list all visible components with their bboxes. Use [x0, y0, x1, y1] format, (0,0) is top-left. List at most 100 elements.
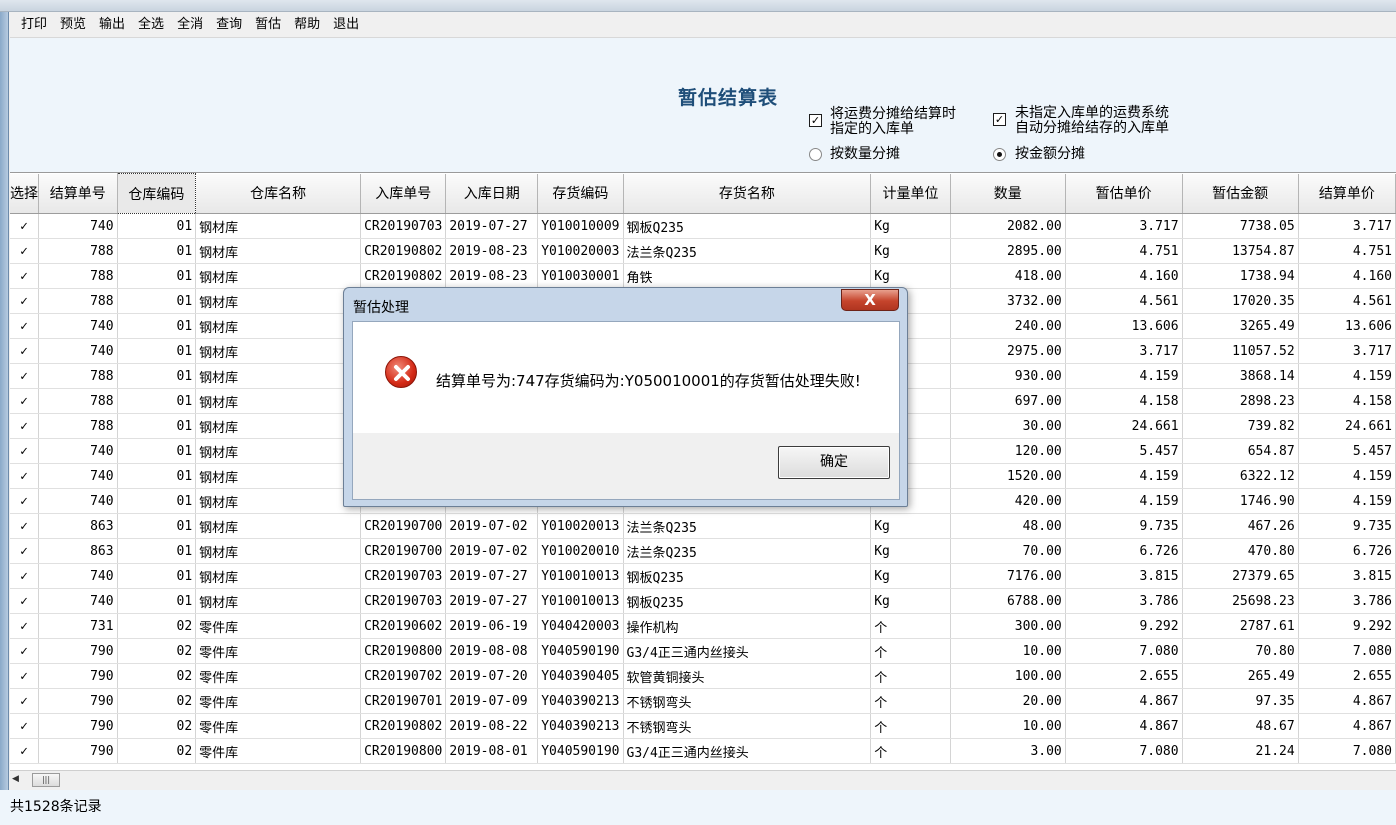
table-row[interactable]: ✓ 790 02 零件库 CR20190802 2019-08-22 Y040390213 不…: [10, 713, 1396, 739]
cell-est-amount: 70.80: [1182, 638, 1299, 664]
cell-settle-no: 740: [38, 588, 118, 614]
cell-select[interactable]: ✓: [10, 238, 39, 264]
cell-settle-no: 740: [38, 488, 118, 514]
horizontal-scrollbar[interactable]: ◀ |||: [10, 770, 1396, 788]
cell-wh-code: 01: [117, 338, 197, 364]
cell-wh-code: 01: [117, 463, 197, 489]
column-header-settle-price[interactable]: 结算单价: [1298, 173, 1396, 214]
alloc-to-specified-checkbox[interactable]: ✓: [809, 114, 822, 127]
select-all-button[interactable]: 全选: [133, 14, 169, 36]
cell-select[interactable]: ✓: [10, 313, 39, 339]
cell-settle-no: 740: [38, 563, 118, 589]
window-left-frame: [0, 12, 9, 825]
cell-est-price: 3.717: [1065, 338, 1183, 364]
cell-settle-price: 4.159: [1298, 488, 1396, 514]
cell-wh-name: 钢材库: [195, 338, 362, 364]
scroll-left-arrow-icon[interactable]: ◀: [12, 774, 24, 786]
column-header-est-amount[interactable]: 暂估金额: [1182, 173, 1299, 214]
cell-select[interactable]: ✓: [10, 663, 39, 689]
cell-select[interactable]: ✓: [10, 538, 39, 564]
help-button[interactable]: 帮助: [289, 14, 325, 36]
column-header-receipt-date[interactable]: 入库日期: [445, 173, 539, 214]
alloc-by-amount-label: 按金额分摊: [1015, 146, 1085, 162]
cell-select[interactable]: ✓: [10, 438, 39, 464]
cell-receipt-no: CR20190602: [360, 613, 447, 639]
column-header-wh-name[interactable]: 仓库名称: [195, 173, 362, 214]
cell-select[interactable]: ✓: [10, 388, 39, 414]
cell-wh-name: 钢材库: [195, 513, 362, 539]
cell-est-amount: 21.24: [1182, 738, 1299, 764]
estimate-button[interactable]: 暂估: [250, 14, 286, 36]
table-row[interactable]: ✓ 740 01 钢材库 CR20190703 2019-07-27 Y010010013 钢…: [10, 588, 1396, 614]
cell-wh-name: 钢材库: [195, 363, 362, 389]
table-row[interactable]: ✓ 790 02 零件库 CR20190701 2019-07-09 Y040390213 不…: [10, 688, 1396, 714]
cell-receipt-date: 2019-07-20: [445, 663, 539, 689]
cell-unit: 个: [870, 713, 951, 739]
cell-select[interactable]: ✓: [10, 363, 39, 389]
cell-select[interactable]: ✓: [10, 213, 39, 239]
ok-button[interactable]: 确定: [778, 446, 890, 479]
table-row[interactable]: ✓ 788 01 钢材库 CR20190802 2019-08-23 Y010030001 角…: [10, 263, 1396, 289]
column-header-wh-code[interactable]: 仓库编码: [116, 173, 197, 214]
table-row[interactable]: ✓ 740 01 钢材库 CR20190703 2019-07-27 Y010010009 钢…: [10, 213, 1396, 239]
alloc-by-quantity-radio[interactable]: [809, 148, 822, 161]
cell-select[interactable]: ✓: [10, 688, 39, 714]
cell-est-price: 4.158: [1065, 388, 1183, 414]
cell-receipt-no: CR20190701: [360, 688, 447, 714]
cell-select[interactable]: ✓: [10, 588, 39, 614]
exit-button[interactable]: 退出: [328, 14, 364, 36]
column-header-item-code[interactable]: 存货编码: [537, 173, 624, 214]
column-header-est-price[interactable]: 暂估单价: [1065, 173, 1183, 214]
cell-select[interactable]: ✓: [10, 638, 39, 664]
table-row[interactable]: ✓ 731 02 零件库 CR20190602 2019-06-19 Y040420003 操…: [10, 613, 1396, 639]
table-row[interactable]: ✓ 863 01 钢材库 CR20190700 2019-07-02 Y010020013 法…: [10, 513, 1396, 539]
cell-select[interactable]: ✓: [10, 613, 39, 639]
deselect-all-button[interactable]: 全消: [172, 14, 208, 36]
cell-est-amount: 739.82: [1182, 413, 1299, 439]
cell-est-amount: 467.26: [1182, 513, 1299, 539]
column-header-select[interactable]: 选择: [10, 173, 39, 214]
table-row[interactable]: ✓ 790 02 零件库 CR20190800 2019-08-08 Y040590190 G…: [10, 638, 1396, 664]
column-header-settle-no[interactable]: 结算单号: [38, 173, 118, 214]
alloc-by-amount-radio[interactable]: [993, 148, 1006, 161]
scroll-thumb[interactable]: |||: [32, 773, 60, 787]
cell-item-code: Y010020010: [537, 538, 624, 564]
cell-settle-no: 790: [38, 738, 118, 764]
cell-est-amount: 2898.23: [1182, 388, 1299, 414]
table-row[interactable]: ✓ 788 01 钢材库 CR20190802 2019-08-23 Y010020003 法…: [10, 238, 1396, 264]
table-row[interactable]: ✓ 863 01 钢材库 CR20190700 2019-07-02 Y010020010 法…: [10, 538, 1396, 564]
cell-est-amount: 3265.49: [1182, 313, 1299, 339]
table-row[interactable]: ✓ 740 01 钢材库 CR20190703 2019-07-27 Y010010013 钢…: [10, 563, 1396, 589]
cell-select[interactable]: ✓: [10, 338, 39, 364]
dialog-body: 结算单号为:747存货编码为:Y050010001的存货暂估处理失败!: [352, 321, 900, 433]
cell-item-name: 钢板Q235: [623, 588, 872, 614]
cell-select[interactable]: ✓: [10, 413, 39, 439]
column-header-item-name[interactable]: 存货名称: [623, 173, 872, 214]
cell-quantity: 20.00: [950, 688, 1066, 714]
cell-select[interactable]: ✓: [10, 513, 39, 539]
cell-select[interactable]: ✓: [10, 463, 39, 489]
table-row[interactable]: ✓ 790 02 零件库 CR20190800 2019-08-01 Y040590190 G…: [10, 738, 1396, 764]
column-header-receipt-no[interactable]: 入库单号: [360, 173, 447, 214]
print-button[interactable]: 打印: [16, 14, 52, 36]
cell-est-price: 4.561: [1065, 288, 1183, 314]
column-header-unit[interactable]: 计量单位: [870, 173, 951, 214]
cell-select[interactable]: ✓: [10, 713, 39, 739]
cell-select[interactable]: ✓: [10, 488, 39, 514]
cell-select[interactable]: ✓: [10, 738, 39, 764]
cell-wh-name: 钢材库: [195, 388, 362, 414]
cell-select[interactable]: ✓: [10, 563, 39, 589]
cell-select[interactable]: ✓: [10, 263, 39, 289]
column-header-quantity[interactable]: 数量: [950, 173, 1066, 214]
auto-alloc-checkbox[interactable]: ✓: [993, 113, 1006, 126]
export-button[interactable]: 输出: [94, 14, 130, 36]
cell-est-amount: 48.67: [1182, 713, 1299, 739]
auto-alloc-label-line1: 未指定入库单的运费系统: [1015, 105, 1169, 121]
cell-est-price: 3.786: [1065, 588, 1183, 614]
dialog-close-button[interactable]: X: [841, 289, 899, 311]
preview-button[interactable]: 预览: [55, 14, 91, 36]
cell-wh-name: 零件库: [195, 638, 362, 664]
table-row[interactable]: ✓ 790 02 零件库 CR20190702 2019-07-20 Y040390405 软…: [10, 663, 1396, 689]
cell-select[interactable]: ✓: [10, 288, 39, 314]
query-button[interactable]: 查询: [211, 14, 247, 36]
